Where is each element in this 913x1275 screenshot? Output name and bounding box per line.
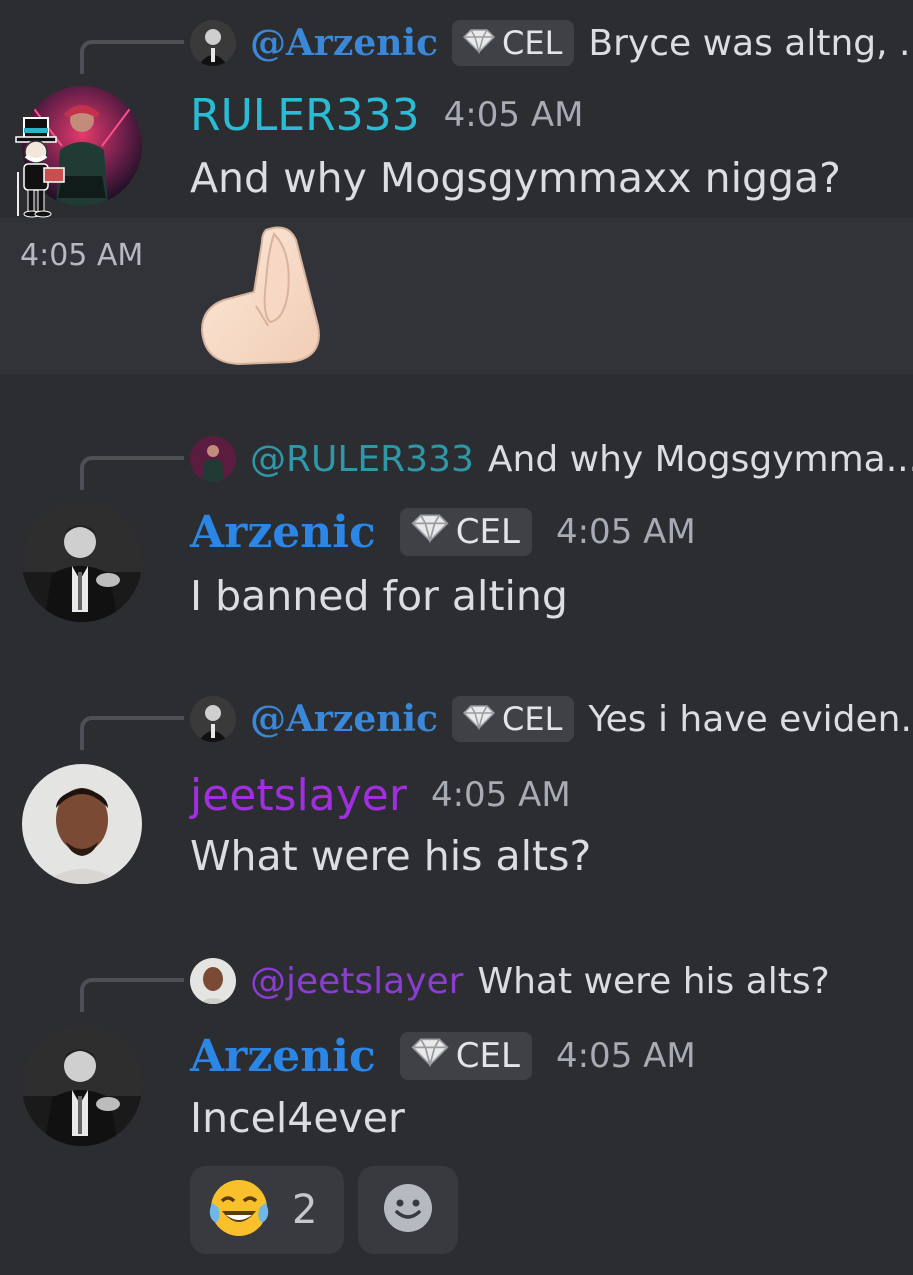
role-tag: CEL xyxy=(399,508,532,556)
reply-preview[interactable]: @Arzenic CEL Yes i have eviden.. xyxy=(190,694,913,744)
message-text: What were his alts? xyxy=(190,832,592,880)
author-name[interactable]: Arzenic xyxy=(190,1031,376,1082)
arzenic-avatar[interactable] xyxy=(22,1026,142,1146)
message-header: RULER333 4:05 AM xyxy=(190,88,583,142)
add-reaction-icon xyxy=(382,1182,434,1238)
monopoly-man-decoration xyxy=(10,116,72,220)
message-timestamp: 4:05 AM xyxy=(555,512,696,552)
author-name[interactable]: RULER333 xyxy=(190,90,420,141)
reply-mention[interactable]: @jeetslayer xyxy=(250,961,464,1002)
add-reaction-button[interactable] xyxy=(358,1166,458,1254)
reply-mention[interactable]: @Arzenic xyxy=(250,698,438,740)
reply-text: What were his alts? xyxy=(477,960,830,1002)
message-timestamp: 4:05 AM xyxy=(430,775,571,815)
reply-text: Bryce was altng, .. xyxy=(588,22,913,64)
message-text: I banned for alting xyxy=(190,572,568,620)
reply-connector xyxy=(80,40,184,74)
arzenic-avatar[interactable] xyxy=(22,502,142,622)
reply-text: And why Mogsgymma... xyxy=(487,438,913,480)
reply-mention[interactable]: @Arzenic xyxy=(250,22,438,64)
arzenic-mini-avatar[interactable] xyxy=(190,20,236,66)
role-tag: CEL xyxy=(452,696,575,742)
gem-icon xyxy=(410,512,450,552)
role-tag-label: CEL xyxy=(502,24,563,62)
message-timestamp: 4:05 AM xyxy=(443,95,584,135)
role-tag-label: CEL xyxy=(455,1036,520,1076)
pinched-fingers-emoji xyxy=(196,222,326,368)
role-tag-label: CEL xyxy=(455,512,520,552)
reply-preview[interactable]: @RULER333 And why Mogsgymma... xyxy=(190,434,913,484)
gem-icon xyxy=(462,24,496,62)
ruler333-mini-avatar[interactable] xyxy=(190,436,236,482)
role-tag-label: CEL xyxy=(502,700,563,738)
reaction-count: 2 xyxy=(292,1187,318,1233)
gem-icon xyxy=(462,700,496,738)
jeetslayer-avatar[interactable] xyxy=(22,764,142,884)
hover-timestamp: 4:05 AM xyxy=(20,238,144,273)
author-name[interactable]: jeetslayer xyxy=(190,770,407,821)
arzenic-mini-avatar[interactable] xyxy=(190,696,236,742)
role-tag: CEL xyxy=(399,1032,532,1080)
joy-emoji-icon xyxy=(208,1177,270,1243)
chat-messages: @Arzenic CEL Bryce was altng, .. RULER33… xyxy=(0,0,913,1275)
reply-mention[interactable]: @RULER333 xyxy=(250,439,474,480)
message-header: Arzenic CEL 4:05 AM xyxy=(190,1028,696,1084)
reply-text: Yes i have eviden.. xyxy=(588,698,913,740)
role-tag: CEL xyxy=(452,20,575,66)
message-text: And why Mogsgymmaxx nigga? xyxy=(190,154,841,202)
gem-icon xyxy=(410,1036,450,1076)
jeetslayer-mini-avatar[interactable] xyxy=(190,958,236,1004)
author-name[interactable]: Arzenic xyxy=(190,507,376,558)
reaction-bar: 2 xyxy=(190,1166,472,1254)
reply-connector xyxy=(80,716,184,750)
reaction-joy[interactable]: 2 xyxy=(190,1166,344,1254)
reply-preview[interactable]: @jeetslayer What were his alts? xyxy=(190,956,913,1006)
message-header: jeetslayer 4:05 AM xyxy=(190,768,571,822)
reply-connector xyxy=(80,456,184,490)
reply-preview[interactable]: @Arzenic CEL Bryce was altng, .. xyxy=(190,18,913,68)
message-text: Incel4ever xyxy=(190,1094,405,1142)
reply-connector xyxy=(80,978,184,1012)
message-header: Arzenic CEL 4:05 AM xyxy=(190,504,696,560)
message-timestamp: 4:05 AM xyxy=(555,1036,696,1076)
